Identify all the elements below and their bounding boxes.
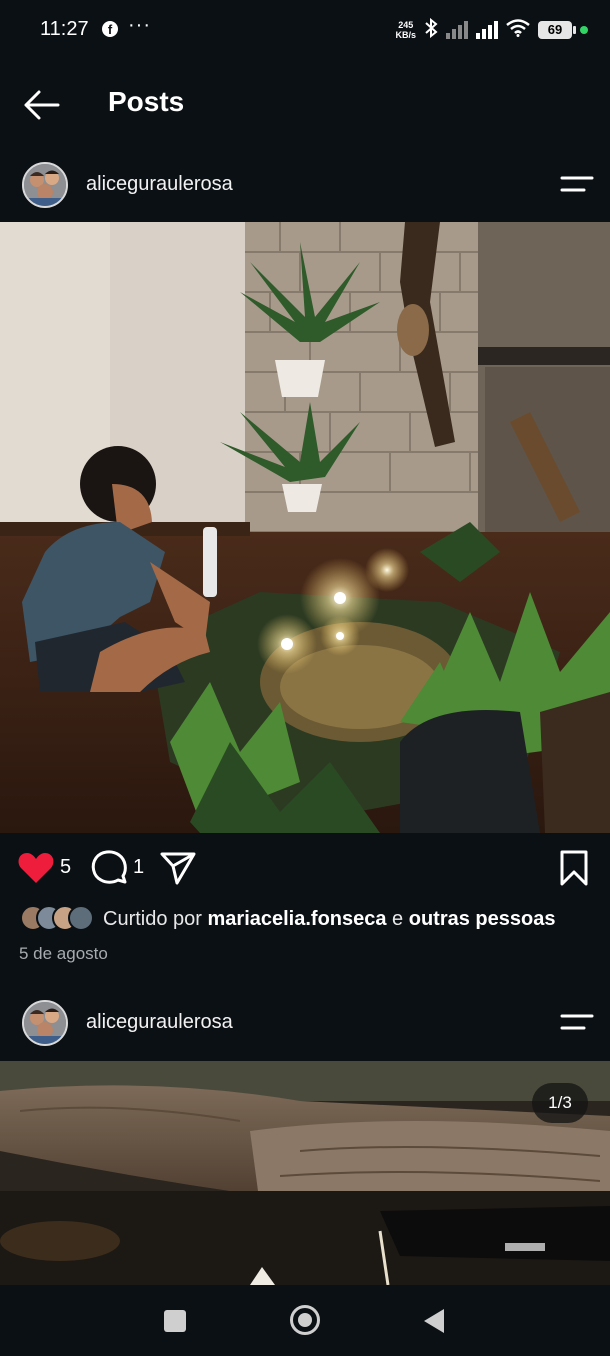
back-triangle-icon[interactable] xyxy=(424,1309,444,1333)
system-nav-bar xyxy=(0,1285,610,1356)
avatar[interactable] xyxy=(22,1000,68,1046)
top-app-bar: Posts xyxy=(0,60,610,150)
liker-avatars xyxy=(20,905,94,933)
bookmark-icon xyxy=(560,850,588,886)
send-icon xyxy=(160,852,196,885)
network-speed-unit: KB/s xyxy=(395,30,416,40)
post-photo[interactable] xyxy=(0,222,610,833)
comment-button[interactable] xyxy=(90,848,130,888)
post-options-button[interactable] xyxy=(560,172,594,198)
like-button[interactable] xyxy=(16,848,56,888)
comment-count[interactable]: 1 xyxy=(133,856,144,879)
post-header: aliceguraulerosa xyxy=(0,988,610,1058)
post-photo-carousel[interactable]: 1/3 xyxy=(0,1061,610,1285)
menu-lines-icon xyxy=(560,176,594,192)
post-photo-image xyxy=(0,1061,610,1285)
post-options-button[interactable] xyxy=(560,1010,594,1036)
post-username[interactable]: aliceguraulerosa xyxy=(86,173,233,196)
liked-by-text: Curtido por mariacelia.fonseca e outras … xyxy=(103,908,555,931)
network-speed-value: 245 xyxy=(398,20,414,30)
signal-icon-2 xyxy=(476,21,498,39)
status-time: 11:27 xyxy=(40,18,89,40)
post-header: aliceguraulerosa xyxy=(0,150,610,220)
liked-by-prefix: Curtido por xyxy=(103,908,208,930)
signal-icon xyxy=(446,21,468,39)
status-icons: 245 KB/s 69 xyxy=(395,16,588,44)
liked-by-middle: e xyxy=(386,908,409,930)
back-button[interactable] xyxy=(22,88,62,122)
page-title: Posts xyxy=(108,86,185,117)
liked-by-others[interactable]: outras pessoas xyxy=(409,908,556,930)
privacy-indicator-dot xyxy=(580,26,588,34)
wifi-icon xyxy=(506,19,530,41)
more-dots-icon: ··· xyxy=(128,14,151,36)
recents-square-icon[interactable] xyxy=(164,1310,186,1332)
heart-icon xyxy=(18,853,54,883)
carousel-counter: 1/3 xyxy=(532,1083,588,1123)
arrow-left-icon xyxy=(24,90,60,120)
save-button[interactable] xyxy=(556,848,592,888)
bluetooth-icon xyxy=(424,17,438,42)
network-speed: 245 KB/s xyxy=(395,20,416,40)
avatar xyxy=(68,905,94,931)
liked-by-user[interactable]: mariacelia.fonseca xyxy=(208,908,387,930)
post-photo-image xyxy=(0,222,610,833)
status-bar: 11:27 f ··· 245 KB/s 69 xyxy=(0,0,610,60)
post-date: 5 de agosto xyxy=(19,944,108,963)
comment-icon xyxy=(91,850,127,884)
menu-lines-icon xyxy=(560,1014,594,1030)
avatar[interactable] xyxy=(22,162,68,208)
post-username[interactable]: aliceguraulerosa xyxy=(86,1011,233,1034)
battery-icon: 69 xyxy=(538,21,576,39)
post-actions: 5 1 xyxy=(0,840,610,896)
share-button[interactable] xyxy=(158,848,198,888)
home-circle-icon[interactable] xyxy=(290,1305,320,1335)
liked-by-row[interactable]: Curtido por mariacelia.fonseca e outras … xyxy=(0,900,610,938)
like-count[interactable]: 5 xyxy=(60,856,71,879)
facebook-icon: f xyxy=(102,21,118,37)
